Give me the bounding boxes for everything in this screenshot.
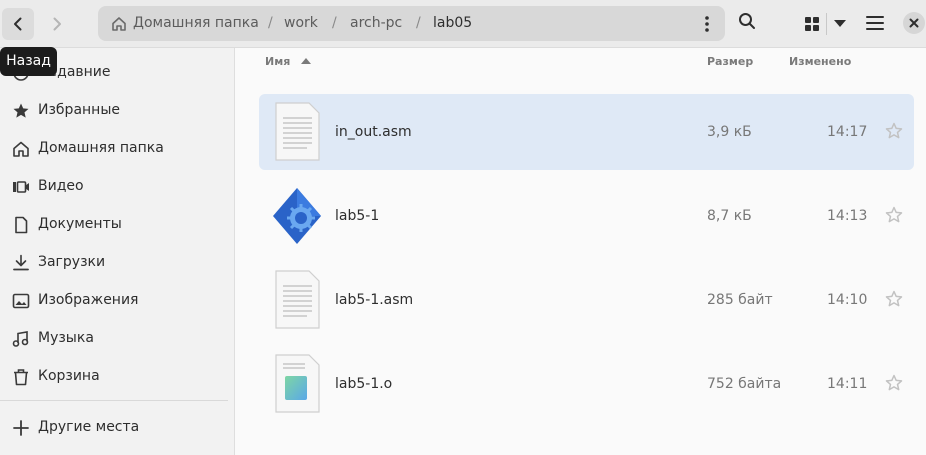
video-icon	[13, 181, 29, 193]
document-icon	[15, 216, 28, 234]
file-size: 3,9 кБ	[707, 124, 752, 140]
star-icon[interactable]	[885, 122, 903, 140]
chevron-right-icon	[53, 17, 61, 31]
sidebar-item-label: Избранные	[38, 102, 120, 118]
file-modified: 14:10	[827, 292, 868, 308]
header-bar: Домашняя папка / work / arch-pc / lab05	[0, 0, 926, 48]
text-file-icon	[275, 102, 320, 161]
star-icon[interactable]	[885, 206, 903, 224]
sidebar-item-home[interactable]: Домашняя папка	[0, 129, 234, 167]
close-icon	[909, 18, 919, 28]
back-button[interactable]	[2, 8, 34, 40]
breadcrumb-separator: /	[332, 15, 337, 31]
file-row[interactable]: lab5-1 8,7 кБ 14:13	[259, 178, 914, 254]
breadcrumb-arch-pc[interactable]: arch-pc	[350, 6, 402, 41]
column-header-size[interactable]: Размер	[707, 49, 753, 75]
sidebar-item-label: Изображения	[38, 292, 139, 308]
sort-ascending-icon	[301, 58, 312, 64]
back-tooltip: Назад	[0, 47, 57, 76]
sidebar-divider	[0, 400, 228, 401]
view-switcher[interactable]	[796, 9, 854, 39]
more-options-icon[interactable]	[699, 15, 715, 33]
sidebar-item-trash[interactable]: Корзина	[0, 357, 234, 395]
close-button[interactable]	[903, 12, 925, 34]
sidebar-item-videos[interactable]: Видео	[0, 167, 234, 205]
sidebar-item-label: Корзина	[38, 368, 100, 384]
sidebar-item-label: Музыка	[38, 330, 94, 346]
star-icon[interactable]	[885, 290, 903, 308]
star-icon	[13, 103, 29, 118]
file-size: 285 байт	[707, 292, 773, 308]
home-icon	[13, 141, 29, 157]
chevron-left-icon	[14, 17, 22, 31]
image-icon	[12, 293, 30, 309]
file-row[interactable]: lab5-1.asm 285 байт 14:10	[259, 262, 914, 338]
sidebar-item-label: Видео	[38, 178, 84, 194]
text-file-icon	[275, 270, 320, 329]
object-file-icon	[275, 354, 320, 413]
column-header-modified[interactable]: Изменено	[789, 49, 851, 75]
file-modified: 14:13	[827, 208, 868, 224]
sidebar-item-label: Домашняя папка	[38, 140, 164, 156]
sidebar-item-label: Загрузки	[38, 254, 106, 270]
path-bar: Домашняя папка / work / arch-pc / lab05	[98, 6, 725, 41]
breadcrumb-work[interactable]: work	[284, 6, 318, 41]
sidebar: Недавние Избранные Домашняя папка Видео …	[0, 48, 235, 455]
sidebar-item-starred[interactable]: Избранные	[0, 91, 234, 129]
file-modified: 14:11	[827, 376, 868, 392]
breadcrumb-separator: /	[268, 15, 273, 31]
sidebar-item-label: Другие места	[38, 419, 140, 435]
sidebar-item-label: Документы	[38, 216, 122, 232]
file-name: lab5-1	[335, 208, 380, 224]
trash-icon	[14, 369, 28, 386]
plus-icon	[13, 420, 29, 436]
sidebar-item-documents[interactable]: Документы	[0, 205, 234, 243]
file-size: 752 байта	[707, 376, 782, 392]
hamburger-menu-icon[interactable]	[866, 15, 884, 31]
breadcrumb-home[interactable]: Домашняя папка	[133, 6, 259, 41]
file-name: in_out.asm	[335, 124, 412, 140]
forward-button[interactable]	[41, 8, 73, 40]
breadcrumb-separator: /	[416, 15, 421, 31]
star-icon[interactable]	[885, 374, 903, 392]
sidebar-item-pictures[interactable]: Изображения	[0, 281, 234, 319]
file-row[interactable]: lab5-1.o 752 байта 14:11	[259, 346, 914, 422]
executable-icon	[273, 188, 321, 244]
sidebar-item-other-locations[interactable]: Другие места	[0, 408, 234, 446]
file-name: lab5-1.asm	[335, 292, 414, 308]
breadcrumb-lab05[interactable]: lab05	[433, 6, 472, 41]
file-modified: 14:17	[827, 124, 868, 140]
chevron-down-icon[interactable]	[833, 19, 847, 29]
music-icon	[12, 331, 29, 347]
download-icon	[13, 254, 29, 271]
file-name: lab5-1.o	[335, 376, 393, 392]
sidebar-item-music[interactable]: Музыка	[0, 319, 234, 357]
search-icon[interactable]	[738, 12, 756, 30]
grid-view-icon[interactable]	[804, 16, 820, 32]
file-size: 8,7 кБ	[707, 208, 752, 224]
home-icon	[112, 17, 126, 31]
column-header-name[interactable]: Имя	[265, 49, 312, 75]
file-row[interactable]: in_out.asm 3,9 кБ 14:17	[259, 94, 914, 170]
sidebar-item-downloads[interactable]: Загрузки	[0, 243, 234, 281]
